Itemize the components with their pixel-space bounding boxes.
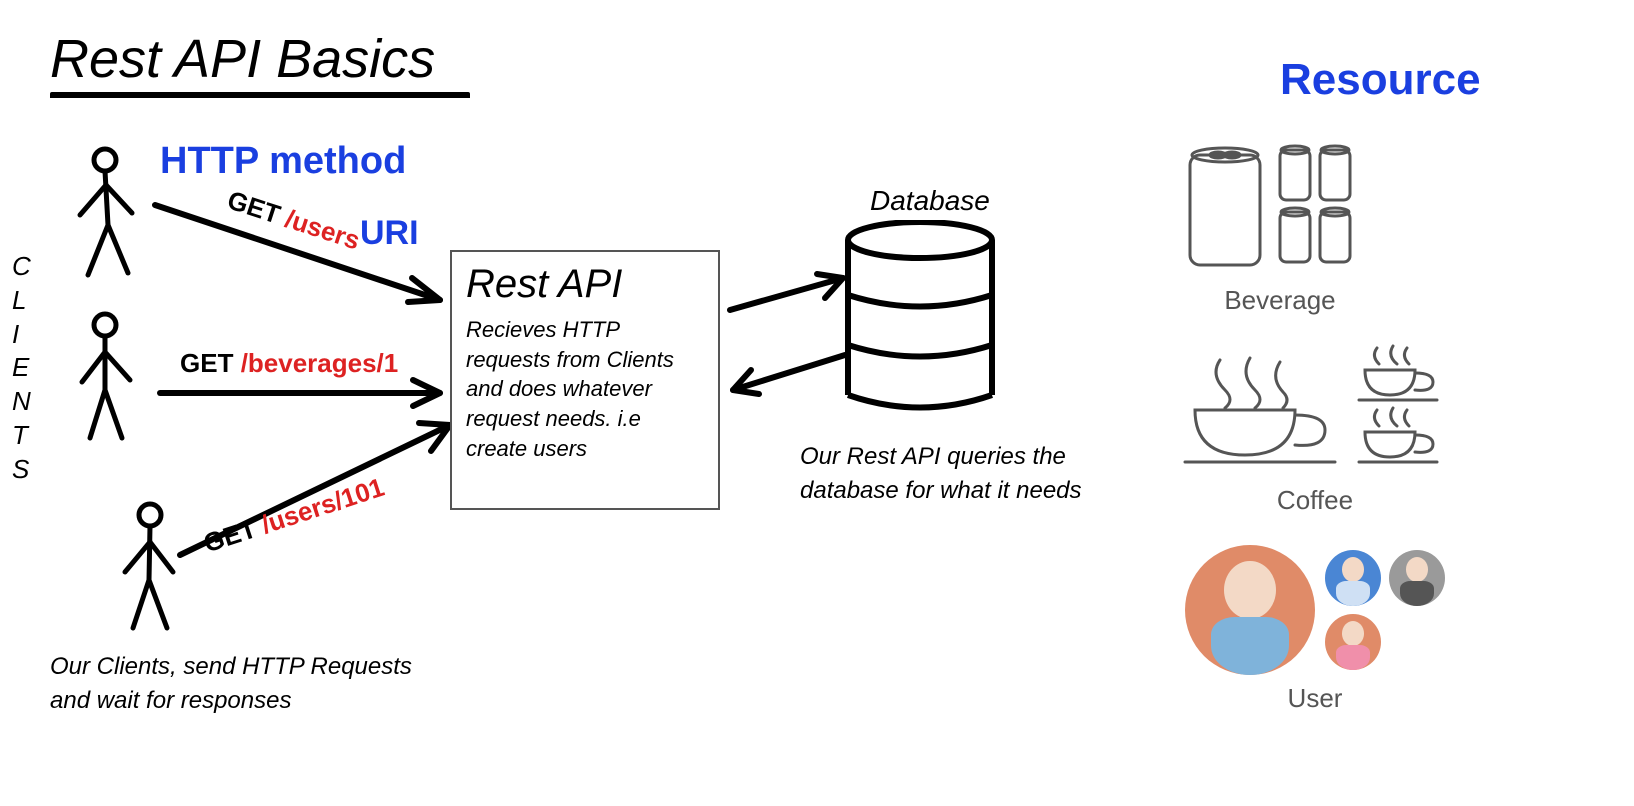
resource-title: Resource <box>1280 55 1481 105</box>
client-stickfigure-icon <box>70 145 150 285</box>
rest-api-box-title: Rest API <box>466 262 704 307</box>
coffee-cup-icon <box>1175 340 1455 470</box>
beverage-can-icon <box>1180 140 1380 270</box>
resource-caption: User <box>1175 683 1455 714</box>
avatar-icon <box>1325 550 1381 606</box>
title-underline <box>50 92 470 100</box>
rest-api-box: Rest API Recieves HTTP requests from Cli… <box>450 250 720 510</box>
http-method-label: HTTP method <box>160 140 406 183</box>
resource-caption: Coffee <box>1175 485 1455 516</box>
database-icon <box>840 220 1000 420</box>
clients-vertical-label: C L I E N T S <box>12 250 33 487</box>
resource-coffee: Coffee <box>1175 340 1455 516</box>
resource-beverage: Beverage <box>1150 140 1410 316</box>
avatar-icon <box>1185 545 1315 675</box>
api-to-db-arrow-icon <box>725 270 855 325</box>
page-title: Rest API Basics <box>50 28 435 90</box>
avatar-icon <box>1325 614 1381 670</box>
request-label: GET /beverages/1 <box>180 348 398 379</box>
request-arrow-icon <box>155 378 455 413</box>
resource-user: User <box>1175 545 1455 714</box>
user-avatars-icon <box>1175 545 1455 675</box>
clients-caption: Our Clients, send HTTP Requests and wait… <box>50 650 430 717</box>
client-stickfigure-icon <box>70 310 150 450</box>
resource-caption: Beverage <box>1150 285 1410 316</box>
database-caption: Our Rest API queries the database for wh… <box>800 440 1110 507</box>
rest-api-box-desc: Recieves HTTP requests from Clients and … <box>466 315 704 463</box>
db-to-api-arrow-icon <box>725 350 855 405</box>
avatar-icon <box>1389 550 1445 606</box>
database-label: Database <box>870 185 990 217</box>
